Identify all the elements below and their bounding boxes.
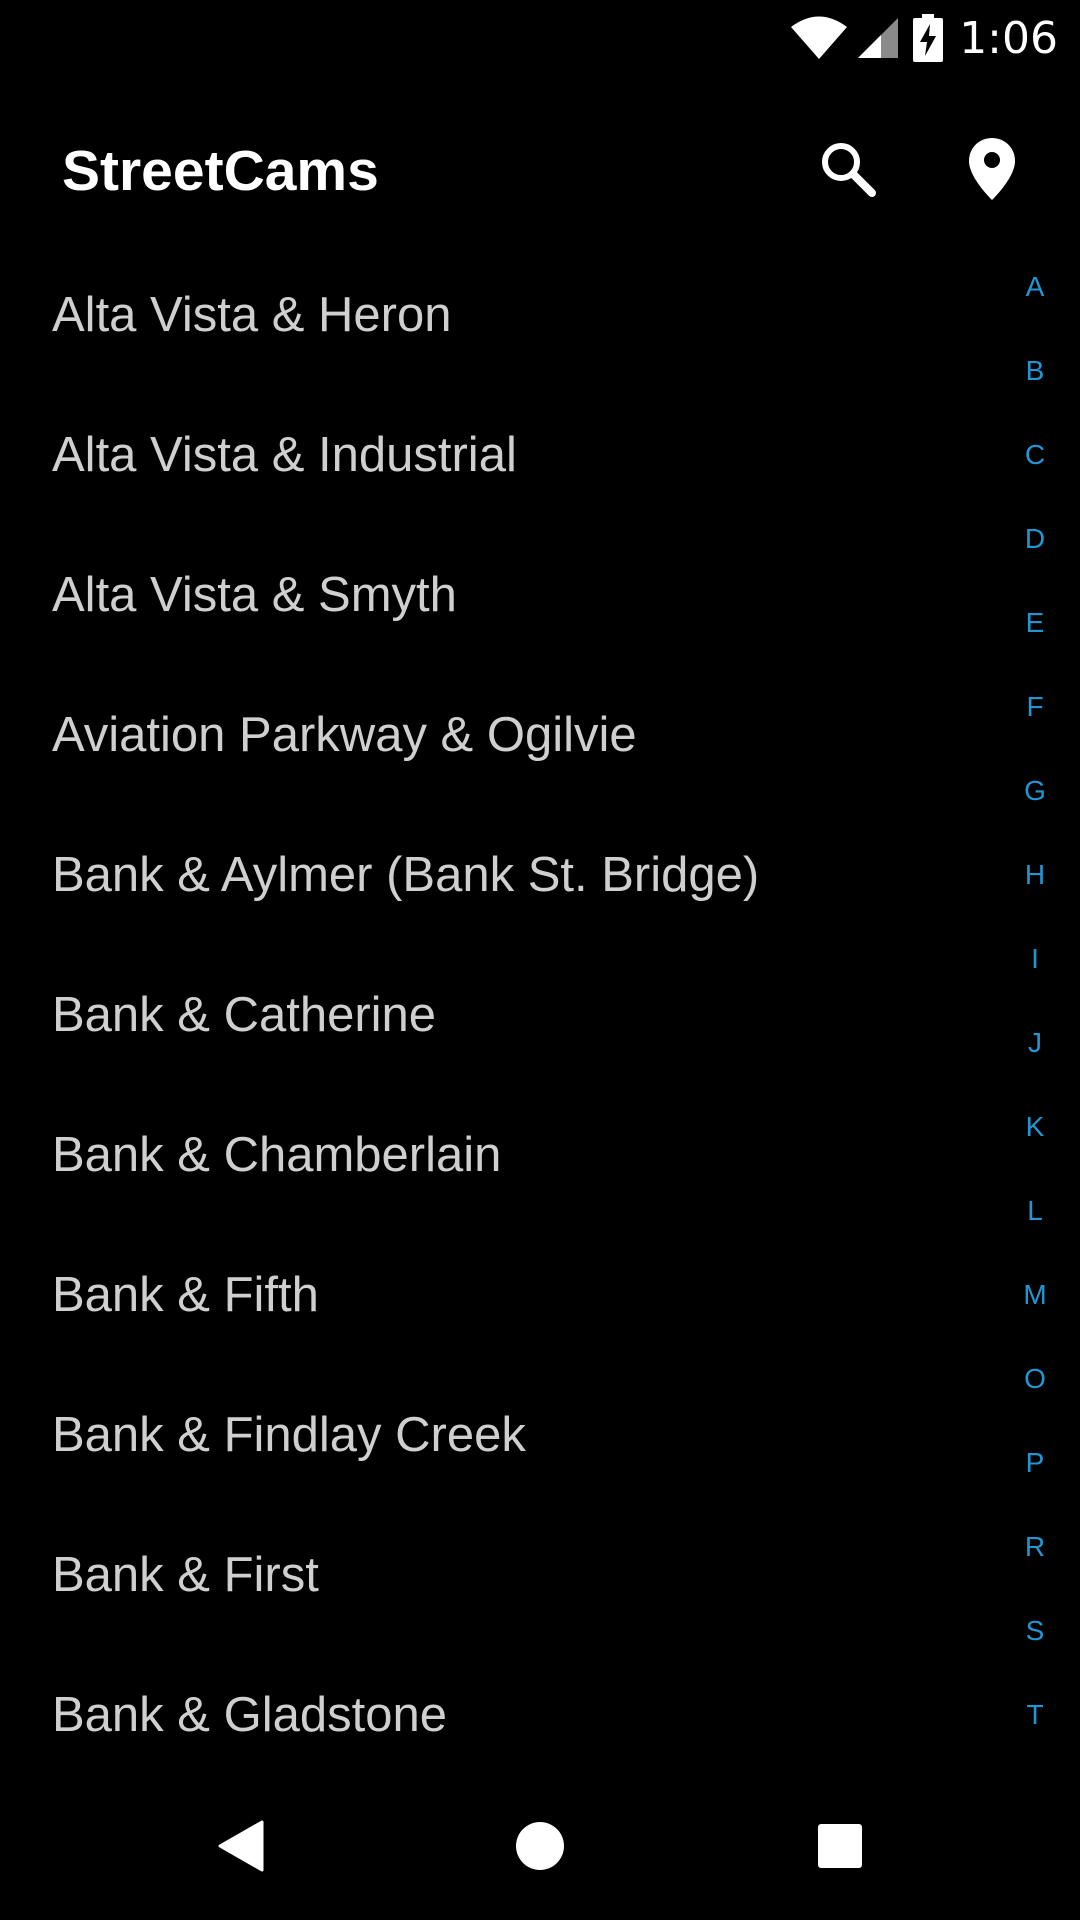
camera-name: Bank & Chamberlain bbox=[52, 1128, 502, 1182]
camera-name: Alta Vista & Heron bbox=[52, 288, 452, 342]
alphabet-index: A B C D E F G H I J K L M O P R S T bbox=[990, 245, 1080, 1757]
index-letter-k[interactable]: K bbox=[990, 1085, 1080, 1169]
list-item[interactable]: Alta Vista & Industrial bbox=[0, 385, 1000, 525]
app-bar: StreetCams bbox=[0, 75, 1080, 270]
index-letter-s[interactable]: S bbox=[990, 1589, 1080, 1673]
search-icon bbox=[819, 140, 877, 203]
camera-name: Bank & Fifth bbox=[52, 1268, 319, 1322]
camera-name: Bank & Catherine bbox=[52, 988, 437, 1042]
index-letter-i[interactable]: I bbox=[990, 917, 1080, 1001]
location-button[interactable] bbox=[942, 121, 1042, 221]
list-item[interactable]: Bank & First bbox=[0, 1505, 1000, 1645]
back-button[interactable] bbox=[190, 1798, 290, 1898]
index-letter-j[interactable]: J bbox=[990, 1001, 1080, 1085]
back-icon bbox=[216, 1820, 264, 1877]
status-time: 1:06 bbox=[959, 12, 1058, 64]
index-letter-r[interactable]: R bbox=[990, 1505, 1080, 1589]
status-bar: 1:06 bbox=[0, 0, 1080, 75]
camera-name: Alta Vista & Industrial bbox=[52, 428, 517, 482]
camera-name: Bank & Gladstone bbox=[52, 1688, 447, 1742]
battery-charging-icon bbox=[913, 14, 944, 62]
home-icon bbox=[515, 1821, 565, 1876]
index-letter-h[interactable]: H bbox=[990, 833, 1080, 917]
list-item[interactable]: Alta Vista & Heron bbox=[0, 245, 1000, 385]
wifi-icon bbox=[789, 16, 849, 60]
index-letter-g[interactable]: G bbox=[990, 749, 1080, 833]
list-item[interactable]: Bank & Catherine bbox=[0, 945, 1000, 1085]
list-item[interactable]: Bank & Findlay Creek bbox=[0, 1365, 1000, 1505]
list-item[interactable]: Bank & Fifth bbox=[0, 1225, 1000, 1365]
list-item[interactable]: Bank & Chamberlain bbox=[0, 1085, 1000, 1225]
recents-icon bbox=[817, 1823, 863, 1874]
recents-button[interactable] bbox=[790, 1798, 890, 1898]
camera-name: Aviation Parkway & Ogilvie bbox=[52, 708, 637, 762]
list-item[interactable]: Bank & Aylmer (Bank St. Bridge) bbox=[0, 805, 1000, 945]
home-button[interactable] bbox=[490, 1798, 590, 1898]
index-letter-a[interactable]: A bbox=[990, 245, 1080, 329]
index-letter-m[interactable]: M bbox=[990, 1253, 1080, 1337]
index-letter-f[interactable]: F bbox=[990, 665, 1080, 749]
index-letter-c[interactable]: C bbox=[990, 413, 1080, 497]
camera-list: Alta Vista & Heron Alta Vista & Industri… bbox=[0, 245, 1000, 1785]
camera-name: Bank & Aylmer (Bank St. Bridge) bbox=[52, 848, 760, 902]
index-letter-p[interactable]: P bbox=[990, 1421, 1080, 1505]
list-item[interactable]: Aviation Parkway & Ogilvie bbox=[0, 665, 1000, 805]
camera-name: Bank & First bbox=[52, 1548, 319, 1602]
index-letter-b[interactable]: B bbox=[990, 329, 1080, 413]
status-icons: 1:06 bbox=[789, 8, 1058, 68]
index-letter-o[interactable]: O bbox=[990, 1337, 1080, 1421]
search-button[interactable] bbox=[798, 121, 898, 221]
list-item[interactable]: Alta Vista & Smyth bbox=[0, 525, 1000, 665]
location-pin-icon bbox=[969, 137, 1015, 205]
index-letter-l[interactable]: L bbox=[990, 1169, 1080, 1253]
index-letter-t[interactable]: T bbox=[990, 1673, 1080, 1757]
list-item[interactable]: Bank & Gladstone bbox=[0, 1645, 1000, 1785]
index-letter-d[interactable]: D bbox=[990, 497, 1080, 581]
screen: 1:06 StreetCams Alta Vista & Heron Alta … bbox=[0, 0, 1080, 1920]
camera-name: Alta Vista & Smyth bbox=[52, 568, 457, 622]
app-title: StreetCams bbox=[62, 139, 379, 203]
navigation-bar bbox=[0, 1776, 1080, 1920]
cell-signal-icon bbox=[857, 17, 899, 59]
index-letter-e[interactable]: E bbox=[990, 581, 1080, 665]
camera-name: Bank & Findlay Creek bbox=[52, 1408, 526, 1462]
